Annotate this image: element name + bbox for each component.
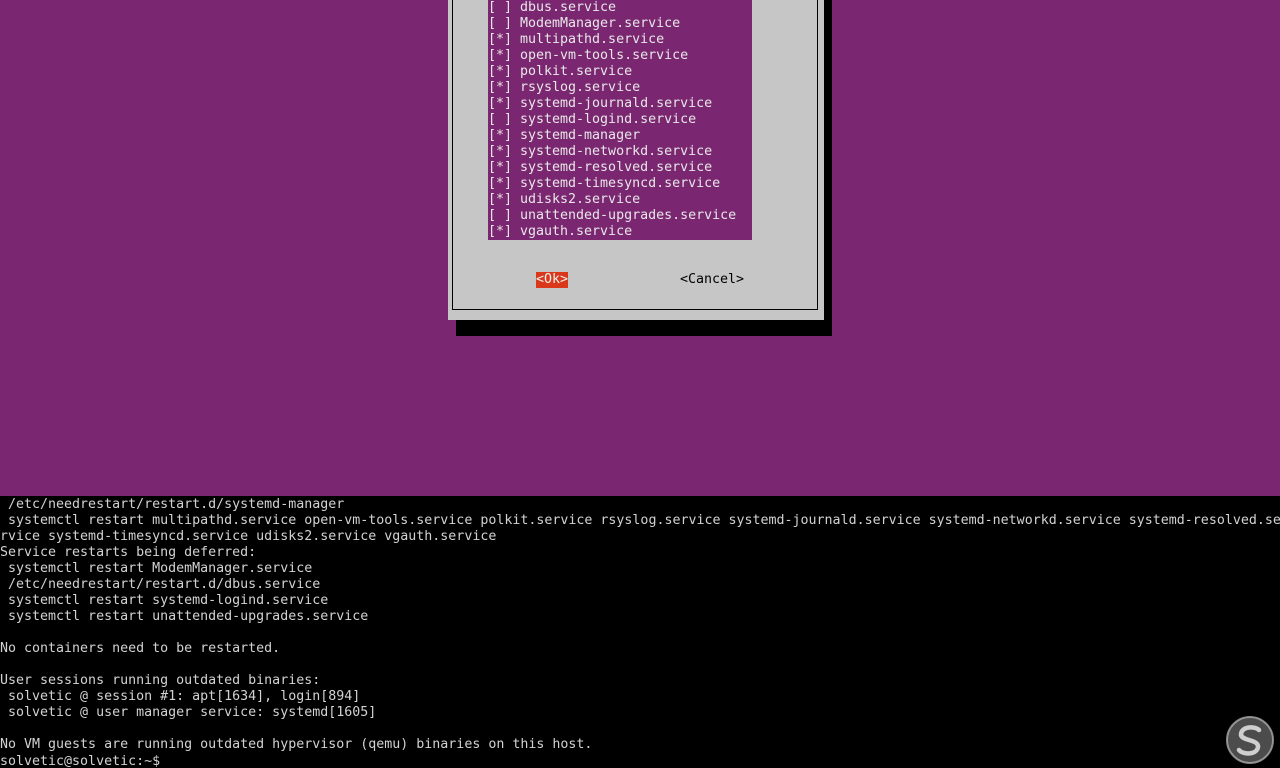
terminal-line: No containers need to be restarted. [0,641,281,656]
service-checkbox[interactable]: [*] [488,224,512,240]
terminal-line: /etc/needrestart/restart.d/systemd-manag… [0,497,345,512]
service-checkbox[interactable]: [*] [488,64,512,80]
service-checkbox[interactable]: [*] [488,48,512,64]
service-name: ModemManager.service [520,16,681,31]
service-item[interactable]: [*] polkit.service [488,64,752,80]
service-checkbox[interactable]: [*] [488,192,512,208]
service-item[interactable]: [*] vgauth.service [488,224,752,240]
service-name: multipathd.service [520,32,665,47]
terminal-line: systemctl restart systemd-logind.service [0,593,329,608]
service-item[interactable]: [*] systemd-resolved.service [488,160,752,176]
service-name: rsyslog.service [520,80,641,95]
service-item[interactable]: [ ] ModemManager.service [488,16,752,32]
service-checklist: [ ] dbus.service[ ] ModemManager.service [*… [488,0,752,240]
service-item[interactable]: [*] systemd-manager [488,128,752,144]
service-name: systemd-journald.service [520,96,713,111]
service-checkbox[interactable]: [*] [488,80,512,96]
screen: [ ] dbus.service[ ] ModemManager.service [*… [0,0,1280,768]
service-checkbox[interactable]: [*] [488,32,512,48]
service-name: systemd-manager [520,128,641,143]
service-item[interactable]: [*] systemd-networkd.service [488,144,752,160]
service-checkbox[interactable]: [ ] [488,16,512,32]
service-name: open-vm-tools.service [520,48,689,63]
service-name: vgauth.service [520,224,633,239]
service-checkbox[interactable]: [*] [488,160,512,176]
service-name: systemd-resolved.service [520,160,713,175]
service-checkbox[interactable]: [ ] [488,208,512,224]
terminal-line: Service restarts being deferred: [0,545,257,560]
terminal-line: User sessions running outdated binaries: [0,673,321,688]
service-checkbox[interactable]: [*] [488,96,512,112]
service-name: systemd-networkd.service [520,144,713,159]
terminal-line: systemctl restart ModemManager.service [0,561,313,576]
service-checkbox[interactable]: [ ] [488,112,512,128]
service-checkbox[interactable]: [*] [488,128,512,144]
service-name: systemd-logind.service [520,112,697,127]
service-item[interactable]: [ ] dbus.service [488,0,752,16]
terminal-line: systemctl restart multipathd.service ope… [0,513,1280,528]
terminal-line: No VM guests are running outdated hyperv… [0,737,593,752]
text-cursor [168,753,176,767]
terminal-line: /etc/needrestart/restart.d/dbus.service [0,577,321,592]
service-checkbox[interactable]: [ ] [488,0,512,16]
shell-prompt: solvetic@solvetic:~$ [0,754,169,768]
service-name: unattended-upgrades.service [520,208,737,223]
service-item[interactable]: [ ] unattended-upgrades.service [488,208,752,224]
shell-prompt-line[interactable]: solvetic@solvetic:~$ [0,753,176,768]
service-name: udisks2.service [520,192,641,207]
service-item[interactable]: [*] open-vm-tools.service [488,48,752,64]
ok-button[interactable]: <Ok> [536,272,568,288]
service-item[interactable]: [ ] systemd-logind.service [488,112,752,128]
terminal-line: solvetic @ user manager service: systemd… [0,705,377,720]
service-name: dbus.service [520,0,617,15]
service-item[interactable]: [*] multipathd.service [488,32,752,48]
terminal-line: rvice systemd-timesyncd.service udisks2.… [0,529,497,544]
service-item[interactable]: [*] udisks2.service [488,192,752,208]
service-item[interactable]: [*] systemd-timesyncd.service [488,176,752,192]
terminal-output: /etc/needrestart/restart.d/systemd-manag… [0,496,1280,768]
service-checkbox[interactable]: [*] [488,176,512,192]
service-name: polkit.service [520,64,633,79]
service-name: systemd-timesyncd.service [520,176,721,191]
whiptail-background: [ ] dbus.service[ ] ModemManager.service [*… [0,0,1280,496]
service-item[interactable]: [*] rsyslog.service [488,80,752,96]
restart-services-dialog: [ ] dbus.service[ ] ModemManager.service [*… [448,0,824,320]
terminal-line: solvetic @ session #1: apt[1634], login[… [0,689,361,704]
service-item[interactable]: [*] systemd-journald.service [488,96,752,112]
cancel-button[interactable]: <Cancel> [680,272,744,288]
terminal-line: systemctl restart unattended-upgrades.se… [0,609,369,624]
service-checkbox[interactable]: [*] [488,144,512,160]
solvetic-s-logo-icon [1226,716,1274,764]
